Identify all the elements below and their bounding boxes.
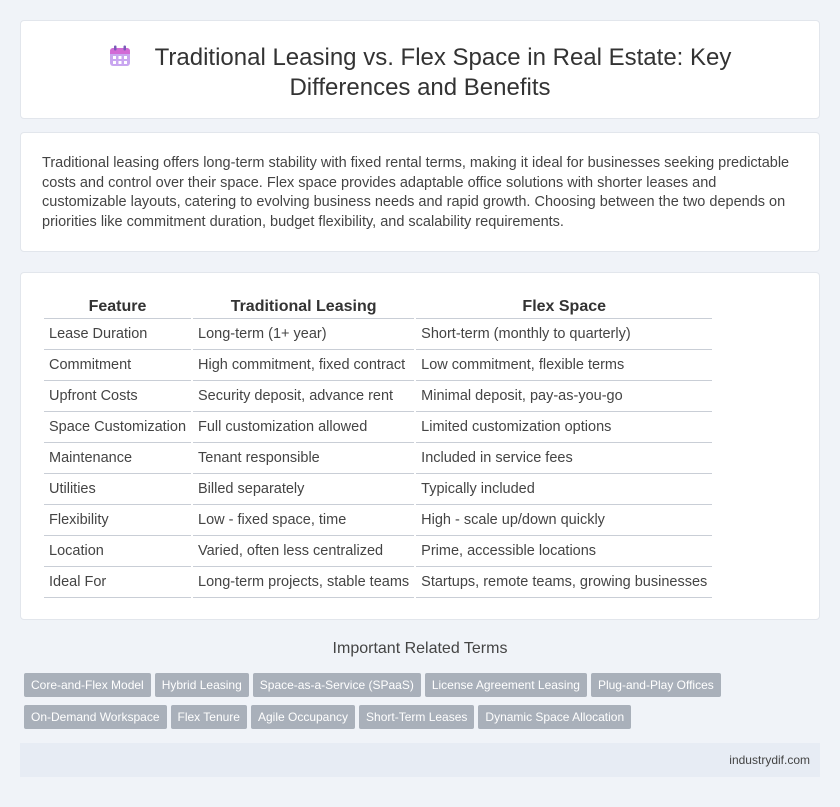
traditional-cell: Full customization allowed <box>193 412 415 443</box>
table-row: Ideal For Long-term projects, stable tea… <box>44 567 713 598</box>
header-feature: Feature <box>44 296 192 319</box>
feature-cell: Lease Duration <box>44 319 192 350</box>
page-title: Traditional Leasing vs. Flex Space in Re… <box>154 44 732 101</box>
table-row: Utilities Billed separately Typically in… <box>44 474 713 505</box>
feature-cell: Flexibility <box>44 505 192 536</box>
flex-cell: High - scale up/down quickly <box>416 505 713 536</box>
traditional-cell: Low - fixed space, time <box>193 505 415 536</box>
tag-space-as-a-service[interactable]: Space-as-a-Service (SPaaS) <box>252 673 421 697</box>
table-header-row: Feature Traditional Leasing Flex Space <box>44 296 713 319</box>
intro-card: Traditional leasing offers long-term sta… <box>20 132 820 252</box>
header-traditional-leasing: Traditional Leasing <box>193 296 415 319</box>
feature-cell: Upfront Costs <box>44 381 192 412</box>
feature-cell: Space Customization <box>44 412 192 443</box>
table-row: Upfront Costs Security deposit, advance … <box>44 381 713 412</box>
feature-cell: Ideal For <box>44 567 192 598</box>
traditional-cell: Security deposit, advance rent <box>193 381 415 412</box>
flex-cell: Minimal deposit, pay-as-you-go <box>416 381 713 412</box>
tag-plug-and-play-offices[interactable]: Plug-and-Play Offices <box>590 673 721 697</box>
related-tags-row-1: Core-and-Flex Model Hybrid Leasing Space-a… <box>24 673 725 697</box>
table-row: Lease Duration Long-term (1+ year) Short… <box>44 319 713 350</box>
flex-cell: Short-term (monthly to quarterly) <box>416 319 713 350</box>
flex-cell: Limited customization options <box>416 412 713 443</box>
related-tags-row-2: On-Demand Workspace Flex Tenure Agile Occu… <box>24 705 635 729</box>
intro-paragraph: Traditional leasing offers long-term sta… <box>42 155 790 230</box>
flex-cell: Prime, accessible locations <box>416 536 713 567</box>
comparison-table: Feature Traditional Leasing Flex Space L… <box>42 296 714 598</box>
traditional-cell: Varied, often less centralized <box>193 536 415 567</box>
page-title-wrap: Traditional Leasing vs. Flex Space in Re… <box>21 43 819 103</box>
table-row: Commitment High commitment, fixed contra… <box>44 350 713 381</box>
tag-core-and-flex-model[interactable]: Core-and-Flex Model <box>24 673 151 697</box>
footer-site: industrydif.com <box>729 753 810 767</box>
related-terms-title: Important Related Terms <box>332 640 508 657</box>
tag-short-term-leases[interactable]: Short-Term Leases <box>359 705 475 729</box>
tag-license-agreement-leasing[interactable]: License Agreement Leasing <box>424 673 587 697</box>
feature-cell: Commitment <box>44 350 192 381</box>
footer: industrydif.com <box>20 743 820 777</box>
table-row: Location Varied, often less centralized … <box>44 536 713 567</box>
table-row: Space Customization Full customization a… <box>44 412 713 443</box>
traditional-cell: High commitment, fixed contract <box>193 350 415 381</box>
traditional-cell: Billed separately <box>193 474 415 505</box>
title-card: Traditional Leasing vs. Flex Space in Re… <box>20 20 820 119</box>
tag-on-demand-workspace[interactable]: On-Demand Workspace <box>24 705 167 729</box>
tag-flex-tenure[interactable]: Flex Tenure <box>170 705 247 729</box>
feature-cell: Utilities <box>44 474 192 505</box>
tag-agile-occupancy[interactable]: Agile Occupancy <box>250 705 356 729</box>
feature-cell: Location <box>44 536 192 567</box>
flex-cell: Startups, remote teams, growing business… <box>416 567 713 598</box>
tag-dynamic-space-allocation[interactable]: Dynamic Space Allocation <box>478 705 632 729</box>
header-flex-space: Flex Space <box>416 296 713 319</box>
tag-hybrid-leasing[interactable]: Hybrid Leasing <box>154 673 249 697</box>
flex-cell: Low commitment, flexible terms <box>416 350 713 381</box>
feature-cell: Maintenance <box>44 443 192 474</box>
traditional-cell: Tenant responsible <box>193 443 415 474</box>
flex-cell: Typically included <box>416 474 713 505</box>
calendar-icon <box>109 45 131 67</box>
table-row: Flexibility Low - fixed space, time High… <box>44 505 713 536</box>
traditional-cell: Long-term (1+ year) <box>193 319 415 350</box>
comparison-card: Feature Traditional Leasing Flex Space L… <box>20 272 820 620</box>
traditional-cell: Long-term projects, stable teams <box>193 567 415 598</box>
table-row: Maintenance Tenant responsible Included … <box>44 443 713 474</box>
flex-cell: Included in service fees <box>416 443 713 474</box>
